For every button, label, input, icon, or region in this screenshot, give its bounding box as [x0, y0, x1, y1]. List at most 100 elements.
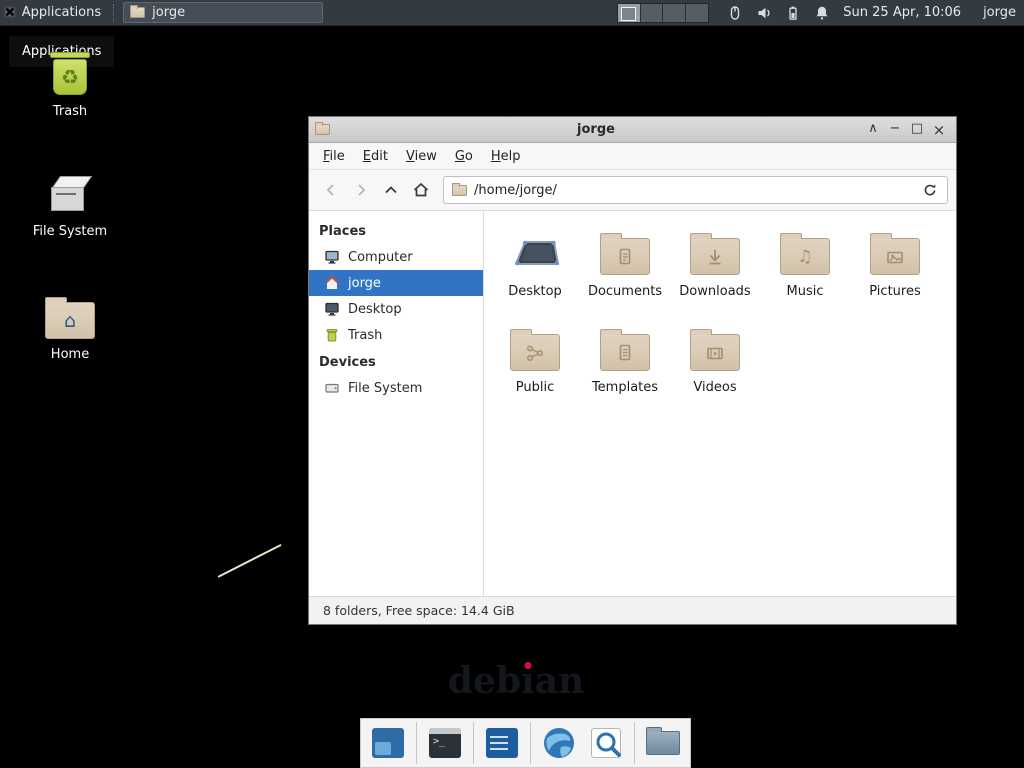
desktop-special-icon — [508, 223, 562, 275]
dock-item-text-editor[interactable] — [483, 724, 521, 762]
back-button[interactable] — [317, 177, 344, 204]
folder-item-documents[interactable]: Documents — [580, 223, 670, 319]
taskbar-window-label: jorge — [152, 5, 185, 20]
terminal-icon: >_ — [429, 728, 461, 758]
sidebar-item-computer[interactable]: Computer — [309, 244, 483, 270]
applications-menu-label: Applications — [22, 5, 101, 20]
app-finder-icon — [591, 728, 621, 758]
path-folder-icon — [452, 185, 467, 196]
music-folder-icon: ♫ — [780, 238, 830, 275]
documents-folder-icon — [600, 238, 650, 275]
desktop-icon-label: File System — [33, 224, 107, 239]
dock-item-web-browser[interactable] — [540, 724, 578, 762]
drive-icon — [324, 380, 340, 396]
maximize-button[interactable]: □ — [906, 121, 928, 139]
window-icon — [315, 124, 330, 135]
minimize-button[interactable]: − — [884, 121, 906, 139]
home-icon — [324, 275, 340, 291]
debian-logo-i-dot: ı — [521, 660, 535, 702]
home-folder-icon: ⌂ — [45, 302, 95, 339]
file-manager-window: jorge ∧ − □ × File Edit View Go Help /ho… — [308, 116, 957, 625]
sidebar-item-trash[interactable]: Trash — [309, 322, 483, 348]
sidebar-item-jorge[interactable]: jorge — [309, 270, 483, 296]
sidebar-item-file-system[interactable]: File System — [309, 375, 483, 401]
reload-button[interactable] — [916, 177, 943, 204]
battery-icon[interactable] — [785, 5, 801, 21]
applications-menu-button[interactable]: ✖ Applications — [0, 0, 110, 25]
status-text: 8 folders, Free space: 14.4 GiB — [323, 603, 515, 618]
dock-panel: >_ — [360, 718, 691, 768]
dock-item-app-finder[interactable] — [587, 724, 625, 762]
folder-item-music[interactable]: ♫ Music — [760, 223, 850, 319]
close-button[interactable]: × — [928, 121, 950, 139]
pictures-folder-icon — [870, 238, 920, 275]
workspace-1[interactable] — [618, 4, 641, 22]
dock-item-desktop-settings[interactable] — [369, 724, 407, 762]
menu-view[interactable]: View — [397, 145, 446, 168]
up-button[interactable] — [377, 177, 404, 204]
workspace-2[interactable] — [641, 4, 664, 22]
folder-item-public[interactable]: Public — [490, 319, 580, 415]
sidebar-item-desktop[interactable]: Desktop — [309, 296, 483, 322]
dock-separator — [634, 722, 635, 764]
window-titlebar[interactable]: jorge ∧ − □ × — [309, 117, 956, 143]
top-panel: ✖ Applications jorge Sun 25 Apr, 10:06 j… — [0, 0, 1024, 26]
desktop-icon-label: Trash — [53, 104, 87, 119]
menu-file[interactable]: File — [314, 145, 354, 168]
folder-item-videos[interactable]: Videos — [670, 319, 760, 415]
downloads-folder-icon — [690, 238, 740, 275]
desktop-icon-file-system[interactable]: File System — [20, 172, 120, 239]
trash-icon: ♻ — [50, 52, 90, 96]
artifact-line — [218, 544, 282, 578]
folder-view: Desktop Documents Downloads ♫ Music — [484, 211, 956, 596]
home-button[interactable] — [407, 177, 434, 204]
panel-user-menu[interactable]: jorge — [983, 5, 1016, 20]
menu-help[interactable]: Help — [482, 145, 530, 168]
volume-icon[interactable] — [756, 5, 772, 21]
computer-icon — [324, 249, 340, 265]
menu-bar: File Edit View Go Help — [309, 143, 956, 170]
location-bar[interactable]: /home/jorge/ — [443, 176, 948, 204]
dock-item-file-manager[interactable] — [644, 724, 682, 762]
file-manager-icon — [130, 7, 145, 18]
videos-folder-icon — [690, 334, 740, 371]
forward-button[interactable] — [347, 177, 374, 204]
folder-item-templates[interactable]: Templates — [580, 319, 670, 415]
menu-edit[interactable]: Edit — [354, 145, 397, 168]
trash-icon — [324, 327, 340, 343]
folder-item-downloads[interactable]: Downloads — [670, 223, 760, 319]
workspace-switcher[interactable] — [617, 3, 709, 23]
folder-item-pictures[interactable]: Pictures — [850, 223, 940, 319]
xfce-logo-icon: ✖ — [4, 5, 16, 21]
path-text[interactable]: /home/jorge/ — [474, 183, 909, 198]
debian-logo: debıan — [446, 660, 586, 702]
panel-separator — [113, 4, 114, 22]
shade-button[interactable]: ∧ — [862, 121, 884, 139]
file-system-icon — [47, 172, 93, 216]
dock-separator — [416, 722, 417, 764]
workspace-4[interactable] — [686, 4, 708, 22]
dock-item-terminal[interactable]: >_ — [426, 724, 464, 762]
desktop-icon — [324, 301, 340, 317]
system-tray — [727, 5, 830, 21]
menu-go[interactable]: Go — [446, 145, 482, 168]
public-folder-icon — [510, 334, 560, 371]
sidebar-header-places: Places — [309, 217, 483, 244]
window-title: jorge — [330, 122, 862, 137]
mouse-settings-icon[interactable] — [727, 5, 743, 21]
status-bar: 8 folders, Free space: 14.4 GiB — [309, 596, 956, 624]
folder-item-desktop[interactable]: Desktop — [490, 223, 580, 319]
toolbar: /home/jorge/ — [309, 170, 956, 211]
editor-icon — [486, 728, 518, 758]
panel-clock[interactable]: Sun 25 Apr, 10:06 — [843, 5, 961, 20]
desktop-icon-home[interactable]: ⌂ Home — [20, 294, 120, 362]
desktop-icon-trash[interactable]: ♻ Trash — [20, 52, 120, 119]
dock-separator — [530, 722, 531, 764]
sidebar: Places Computer jorge Desktop Trash Devi… — [309, 211, 484, 596]
workspace-3[interactable] — [663, 4, 686, 22]
notification-bell-icon[interactable] — [814, 5, 830, 21]
sidebar-header-devices: Devices — [309, 348, 483, 375]
desktop-background: { "panel": { "applications": "Applicatio… — [0, 0, 1024, 768]
folder-icon — [646, 731, 680, 755]
taskbar-window-button[interactable]: jorge — [123, 2, 323, 23]
